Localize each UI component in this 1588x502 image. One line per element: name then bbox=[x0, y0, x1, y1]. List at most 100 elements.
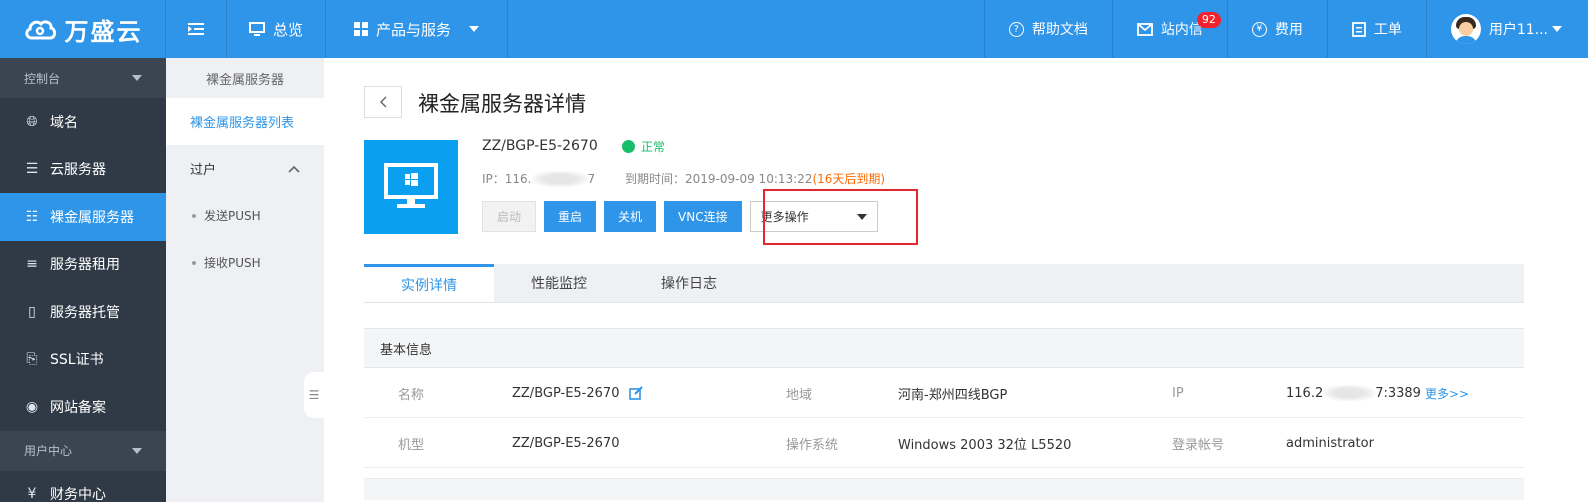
subnav-group-label: 过户 bbox=[190, 163, 217, 178]
vnc-button[interactable]: VNC连接 bbox=[664, 201, 742, 232]
ip-suffix: 7 bbox=[587, 171, 596, 186]
sidebar-item-label: 服务器租用 bbox=[50, 257, 120, 274]
sidebar-item-domain[interactable]: 🌐︎ 域名 bbox=[0, 98, 166, 146]
subnav-collapse-handle[interactable]: ☰ bbox=[304, 372, 324, 418]
sidebar-item-bare-metal[interactable]: ☷ 裸金属服务器 bbox=[0, 193, 166, 241]
nav-fees-label: 费用 bbox=[1274, 22, 1303, 38]
tab-instance-detail[interactable]: 实例详情 bbox=[364, 264, 494, 302]
sidebar-item-finance[interactable]: ¥ 财务中心 bbox=[0, 471, 166, 502]
sidebar-item-label: 云服务器 bbox=[50, 162, 106, 179]
message-count-badge: 92 bbox=[1196, 12, 1221, 28]
os-label: 操作系统 bbox=[786, 437, 839, 453]
next-section-header bbox=[364, 478, 1524, 500]
globe-icon: 🌐︎ bbox=[26, 113, 38, 130]
user-menu[interactable]: 用户11... bbox=[1425, 0, 1588, 58]
nav-tickets-label: 工单 bbox=[1373, 22, 1402, 38]
start-button[interactable]: 启动 bbox=[482, 201, 537, 232]
nav-products[interactable]: 产品与服务 bbox=[326, 0, 509, 58]
subnav-group-transfer[interactable]: 过户 bbox=[166, 145, 324, 192]
bullet-dot bbox=[192, 213, 196, 218]
name-value-text: ZZ/BGP-E5-2670 bbox=[512, 385, 620, 401]
ip-label: IP bbox=[1172, 385, 1184, 401]
name-label: 名称 bbox=[398, 387, 425, 403]
expire-time: 到期时间：2019-09-09 10:13:22(16天后到期) bbox=[625, 170, 885, 187]
subnav-item-label: 发送PUSH bbox=[204, 209, 261, 223]
section-title: 基本信息 bbox=[364, 328, 1524, 368]
list-icon: ☷ bbox=[25, 208, 39, 225]
tab-operation-log[interactable]: 操作日志 bbox=[624, 264, 754, 302]
server-stack-icon: ☰ bbox=[25, 161, 39, 178]
main-sidebar: 控制台 🌐︎ 域名 ☰ 云服务器 ☷ 裸金属服务器 ≡ 服务器租用 ▯ 服务器托… bbox=[0, 58, 166, 502]
monitor-icon bbox=[249, 21, 265, 36]
nav-fees[interactable]: ¥ 费用 bbox=[1226, 0, 1327, 58]
sidebar-toggle-button[interactable] bbox=[166, 0, 227, 58]
menu-fold-icon bbox=[188, 23, 204, 35]
model-value: ZZ/BGP-E5-2670 bbox=[512, 435, 620, 451]
nav-products-label: 产品与服务 bbox=[376, 20, 452, 39]
sidebar-item-label: 裸金属服务器 bbox=[50, 209, 134, 226]
sidebar-item-icp[interactable]: ◉ 网站备案 bbox=[0, 383, 166, 431]
nav-help-label: 帮助文档 bbox=[1031, 22, 1088, 38]
expire-warning: (16天后到期) bbox=[812, 172, 886, 186]
nav-messages[interactable]: 站内信 92 bbox=[1111, 0, 1227, 58]
subnav-item-receive-push[interactable]: 接收PUSH bbox=[166, 239, 324, 286]
edit-icon[interactable] bbox=[629, 386, 644, 400]
yen-circle-icon: ¥ bbox=[27, 486, 37, 502]
subnav-item-send-push[interactable]: 发送PUSH bbox=[166, 192, 324, 239]
subnav-item-server-list[interactable]: 裸金属服务器列表 bbox=[166, 98, 324, 145]
cloud-logo-icon bbox=[24, 20, 56, 40]
sidebar-item-cloud-server[interactable]: ☰ 云服务器 bbox=[0, 146, 166, 194]
certificate-icon: ⎘ bbox=[26, 351, 38, 368]
login-label: 登录帐号 bbox=[1172, 437, 1225, 453]
tab-performance[interactable]: 性能监控 bbox=[494, 264, 624, 302]
ip-prefix: IP：116. bbox=[482, 172, 532, 186]
os-value: Windows 2003 32位 L5520 bbox=[898, 437, 1072, 453]
rack-icon: ▯ bbox=[28, 303, 36, 320]
table-row: 机型 ZZ/BGP-E5-2670 操作系统 Windows 2003 32位 … bbox=[364, 418, 1524, 468]
caret-down-icon bbox=[469, 26, 480, 32]
help-circle-icon: ? bbox=[1008, 21, 1024, 37]
shutdown-button[interactable]: 关机 bbox=[604, 201, 657, 232]
top-bar: 万盛云 总览 产品与服务 ? 帮助文档 站内信 92 ¥ 费用 工单 用户11.… bbox=[0, 0, 1588, 58]
secondary-sidebar: 裸金属服务器 裸金属服务器列表 过户 发送PUSH 接收PUSH bbox=[166, 58, 324, 502]
nav-help[interactable]: ? 帮助文档 bbox=[983, 0, 1112, 58]
sidebar-group-user-center[interactable]: 用户中心 bbox=[0, 430, 166, 471]
redaction-blur bbox=[1323, 385, 1376, 401]
avatar bbox=[1450, 14, 1481, 44]
sidebar-group-console[interactable]: 控制台 bbox=[0, 58, 166, 98]
brand-logo[interactable]: 万盛云 bbox=[0, 0, 166, 58]
region-label: 地域 bbox=[786, 387, 813, 403]
rental-icon: ≡ bbox=[26, 256, 38, 273]
bullet-dot bbox=[192, 260, 196, 265]
chevron-up-icon bbox=[288, 165, 300, 173]
nav-overview[interactable]: 总览 bbox=[227, 0, 327, 58]
name-value: ZZ/BGP-E5-2670 bbox=[512, 368, 644, 418]
status-text: 正常 bbox=[641, 140, 666, 154]
sidebar-item-server-hosting[interactable]: ▯ 服务器托管 bbox=[0, 288, 166, 336]
sidebar-item-label: SSL证书 bbox=[50, 352, 104, 369]
nav-tickets[interactable]: 工单 bbox=[1326, 0, 1426, 58]
yen-circle-icon: ¥ bbox=[1251, 21, 1267, 37]
ip-value: 116.2 7:3389 更多>> bbox=[1286, 368, 1469, 418]
back-button[interactable] bbox=[364, 86, 402, 118]
ip-more-link[interactable]: 更多>> bbox=[1425, 385, 1469, 402]
sidebar-item-label: 服务器托管 bbox=[50, 304, 120, 321]
server-name: ZZ/BGP-E5-2670 bbox=[482, 138, 598, 154]
brand-name: 万盛云 bbox=[64, 16, 143, 46]
restart-button[interactable]: 重启 bbox=[544, 201, 597, 232]
ip-suffix: 7:3389 bbox=[1375, 385, 1421, 401]
table-row: 名称 ZZ/BGP-E5-2670 地域 河南-郑州四线BGP IP 116.2… bbox=[364, 368, 1524, 418]
sidebar-item-label: 网站备案 bbox=[50, 399, 106, 416]
server-ip: IP：116. 7 bbox=[482, 170, 595, 187]
expire-label: 到期时间：2019-09-09 10:13:22 bbox=[625, 172, 813, 186]
chevron-down-icon bbox=[132, 447, 142, 454]
sidebar-group-label: 控制台 bbox=[24, 71, 61, 86]
server-thumbnail bbox=[364, 140, 458, 234]
sidebar-item-ssl[interactable]: ⎘ SSL证书 bbox=[0, 336, 166, 384]
record-icon: ◉ bbox=[25, 398, 39, 415]
main-content: 裸金属服务器详情 ZZ/BGP-E5-2670 正常 IP：116. 7 到期时… bbox=[324, 58, 1588, 502]
sidebar-item-server-rental[interactable]: ≡ 服务器租用 bbox=[0, 241, 166, 289]
chevron-left-icon bbox=[380, 96, 387, 108]
subnav-item-label: 接收PUSH bbox=[204, 256, 261, 270]
redaction-blur bbox=[531, 170, 588, 187]
